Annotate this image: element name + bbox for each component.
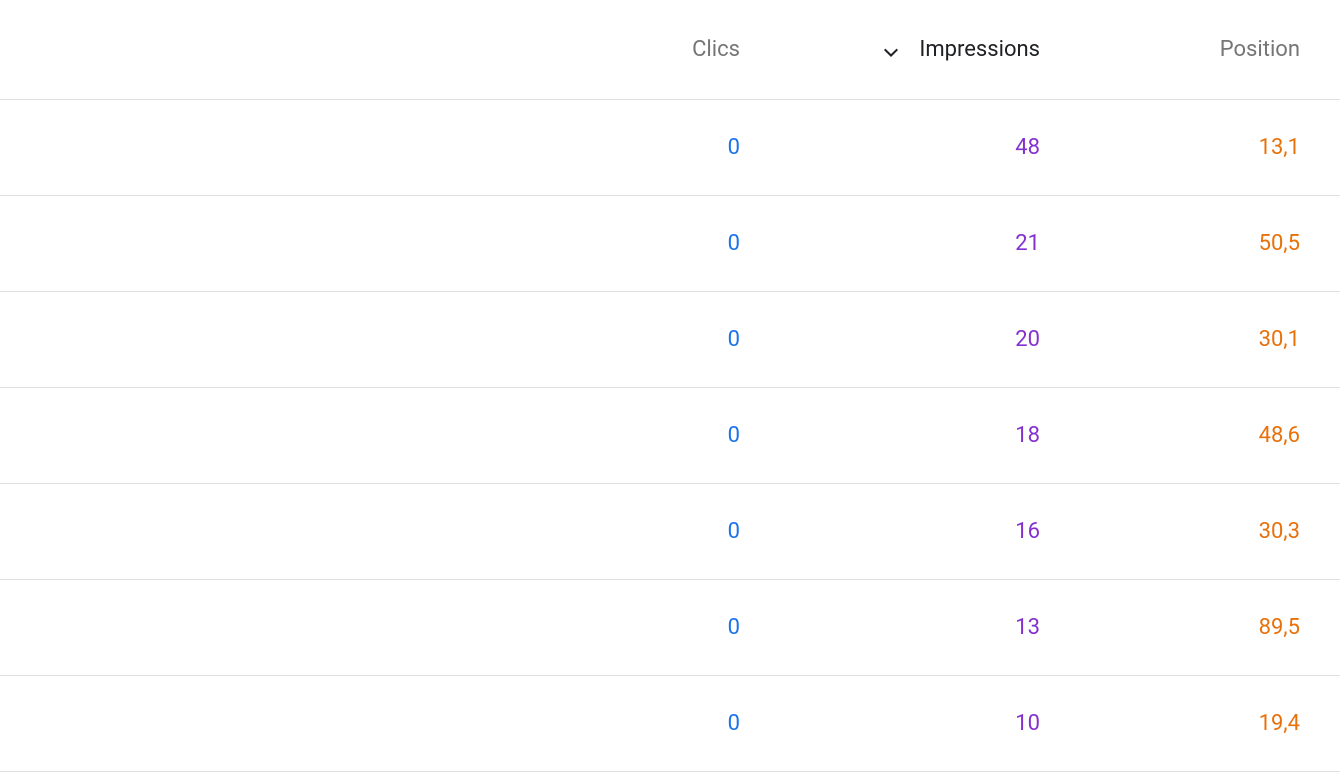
clics-cell: 0: [540, 615, 740, 640]
position-column-header[interactable]: Position: [1040, 37, 1300, 62]
clics-cell: 0: [540, 519, 740, 544]
impressions-column-header[interactable]: Impressions: [740, 37, 1040, 62]
table-row[interactable]: 01848,6: [0, 388, 1340, 484]
table-body: 04813,102150,502030,101848,601630,301389…: [0, 100, 1340, 772]
table-row[interactable]: 02150,5: [0, 196, 1340, 292]
impressions-cell: 16: [740, 519, 1040, 544]
clics-cell: 0: [540, 423, 740, 448]
table-row[interactable]: 02030,1: [0, 292, 1340, 388]
table-row[interactable]: 01630,3: [0, 484, 1340, 580]
impressions-cell: 48: [740, 135, 1040, 160]
position-cell: 89,5: [1040, 615, 1300, 640]
impressions-cell: 21: [740, 231, 1040, 256]
impressions-cell: 13: [740, 615, 1040, 640]
clics-cell: 0: [540, 327, 740, 352]
clics-cell: 0: [540, 711, 740, 736]
position-cell: 50,5: [1040, 231, 1300, 256]
table-row[interactable]: 01389,5: [0, 580, 1340, 676]
impressions-cell: 10: [740, 711, 1040, 736]
position-cell: 13,1: [1040, 135, 1300, 160]
clics-cell: 0: [540, 135, 740, 160]
impressions-cell: 20: [740, 327, 1040, 352]
table-row[interactable]: 04813,1: [0, 100, 1340, 196]
position-cell: 19,4: [1040, 711, 1300, 736]
position-cell: 30,3: [1040, 519, 1300, 544]
impressions-cell: 18: [740, 423, 1040, 448]
table-header-row: Clics Impressions Position: [0, 0, 1340, 100]
data-table: Clics Impressions Position 04813,102150,…: [0, 0, 1340, 772]
table-row[interactable]: 01019,4: [0, 676, 1340, 772]
position-cell: 30,1: [1040, 327, 1300, 352]
clics-column-header[interactable]: Clics: [540, 37, 740, 62]
impressions-header-label: Impressions: [919, 37, 1040, 62]
position-cell: 48,6: [1040, 423, 1300, 448]
arrow-down-icon: [879, 38, 903, 62]
clics-cell: 0: [540, 231, 740, 256]
